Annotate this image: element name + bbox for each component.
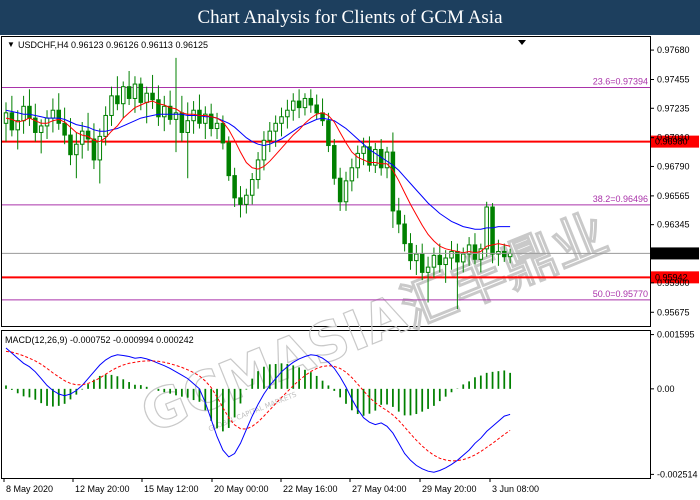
- time-tick-label: 3 Jun 08:00: [492, 484, 539, 494]
- price-tick-label: 0.95675: [657, 307, 690, 317]
- candle-body: [290, 100, 296, 111]
- price-tick-label: 0.97010: [657, 133, 690, 143]
- candle-body: [179, 112, 185, 133]
- candle-body: [285, 109, 290, 118]
- fib-label: 38.2=0.96496: [593, 194, 648, 204]
- candle-body: [150, 92, 155, 101]
- candle-body: [232, 175, 237, 199]
- candle-body: [214, 122, 220, 130]
- candle-body: [120, 86, 126, 105]
- candle-body: [255, 159, 261, 181]
- candle-body: [44, 117, 50, 127]
- price-tick-label: 0.95900: [657, 278, 690, 288]
- time-tick-label: 22 May 16:00: [283, 484, 338, 494]
- candle-body: [38, 125, 44, 133]
- candle-body: [390, 151, 396, 212]
- time-tick-label: 20 May 00:00: [214, 484, 269, 494]
- time-axis: 8 May 2020 12 May 20:00 15 May 12:00 20 May…: [3, 478, 539, 494]
- candle-body: [249, 179, 255, 196]
- candle-body: [402, 223, 407, 245]
- candle-body: [244, 194, 249, 205]
- candle-body: [50, 109, 56, 119]
- candle-body: [144, 92, 149, 103]
- candle-body: [197, 109, 202, 124]
- candle-body: [449, 250, 454, 259]
- candle-body: [279, 116, 284, 124]
- candle-body: [273, 122, 278, 132]
- candle-body: [220, 122, 226, 144]
- candle-body: [238, 197, 243, 205]
- candle-body: [320, 112, 325, 122]
- price-tick-label: 0.96120: [657, 249, 690, 259]
- candle-body: [62, 122, 67, 136]
- price-tick-label: 0.96345: [657, 220, 690, 230]
- macd-header: MACD(12,26,9) -0.000752 -0.000994 0.0002…: [5, 335, 194, 345]
- candle-body: [437, 254, 443, 266]
- macd-tick-label: -0.002514: [657, 469, 698, 479]
- candle-body: [349, 167, 355, 182]
- candle-body: [443, 257, 448, 266]
- candle-body: [9, 112, 15, 131]
- candle-body: [490, 206, 495, 255]
- candle-body: [425, 266, 431, 273]
- candle-body: [302, 97, 308, 109]
- candle-body: [126, 86, 132, 99]
- candle-body: [343, 180, 349, 203]
- candle-body: [132, 83, 138, 99]
- price-header: USDCHF,H4 0.96123 0.96126 0.96113 0.9612…: [18, 40, 208, 50]
- candle-body: [314, 104, 319, 114]
- time-tick-label: 15 May 12:00: [144, 484, 199, 494]
- price-tick-label: 0.97455: [657, 75, 690, 85]
- price-tick-label: 0.97235: [657, 103, 690, 113]
- candle-body: [466, 244, 472, 255]
- candle-body: [68, 134, 73, 156]
- candle-body: [103, 114, 108, 137]
- price-tick-label: 0.97680: [657, 45, 690, 55]
- candle-body: [419, 253, 425, 273]
- candle-body: [91, 138, 97, 161]
- fib-label: 23.6=0.97394: [593, 76, 648, 86]
- dropdown-triangle-icon[interactable]: ▼: [7, 40, 15, 49]
- fib-label: 50.0=0.95770: [593, 289, 648, 299]
- candle-body: [27, 105, 32, 119]
- candle-body: [185, 120, 190, 133]
- candle-body: [337, 177, 343, 203]
- price-tick-label: 0.96790: [657, 161, 690, 171]
- candle-body: [109, 95, 114, 116]
- candle-body: [326, 120, 331, 147]
- candle-body: [414, 253, 419, 262]
- candle-body: [56, 109, 62, 124]
- candle-body: [396, 210, 402, 225]
- macd-tick-label: 0.001595: [657, 330, 695, 340]
- time-tick-label: 29 May 20:00: [422, 484, 477, 494]
- candle-body: [97, 135, 103, 161]
- candle-body: [502, 250, 507, 258]
- time-tick-label: 12 May 20:00: [75, 484, 130, 494]
- time-tick-label: 27 May 04:00: [352, 484, 407, 494]
- candle-body: [408, 243, 413, 262]
- candle-body: [355, 152, 360, 169]
- candle-body: [460, 253, 466, 263]
- candle-body: [85, 130, 91, 140]
- candle-body: [431, 254, 437, 268]
- candle-body: [115, 95, 120, 105]
- candle-body: [296, 100, 302, 109]
- chart-canvas[interactable]: GCMASIA汇丰鼎业 GLOBAL CAPITAL MARKETS 23.6=…: [0, 0, 700, 500]
- candle-body: [79, 130, 85, 145]
- candle-body: [138, 83, 144, 103]
- candle-body: [74, 143, 79, 156]
- time-tick-label: 8 May 2020: [6, 484, 53, 494]
- candle-body: [226, 142, 232, 177]
- candle-body: [308, 97, 314, 106]
- candle-body: [361, 146, 366, 154]
- candle-body: [162, 105, 167, 118]
- candle-body: [267, 130, 273, 141]
- macd-tick-label: 0.00: [657, 384, 675, 394]
- candle-body: [332, 145, 337, 179]
- price-tick-label: 0.96565: [657, 191, 690, 201]
- macd-axis: 0.001595 0.00 -0.002514: [650, 330, 698, 479]
- candle-body: [261, 139, 267, 161]
